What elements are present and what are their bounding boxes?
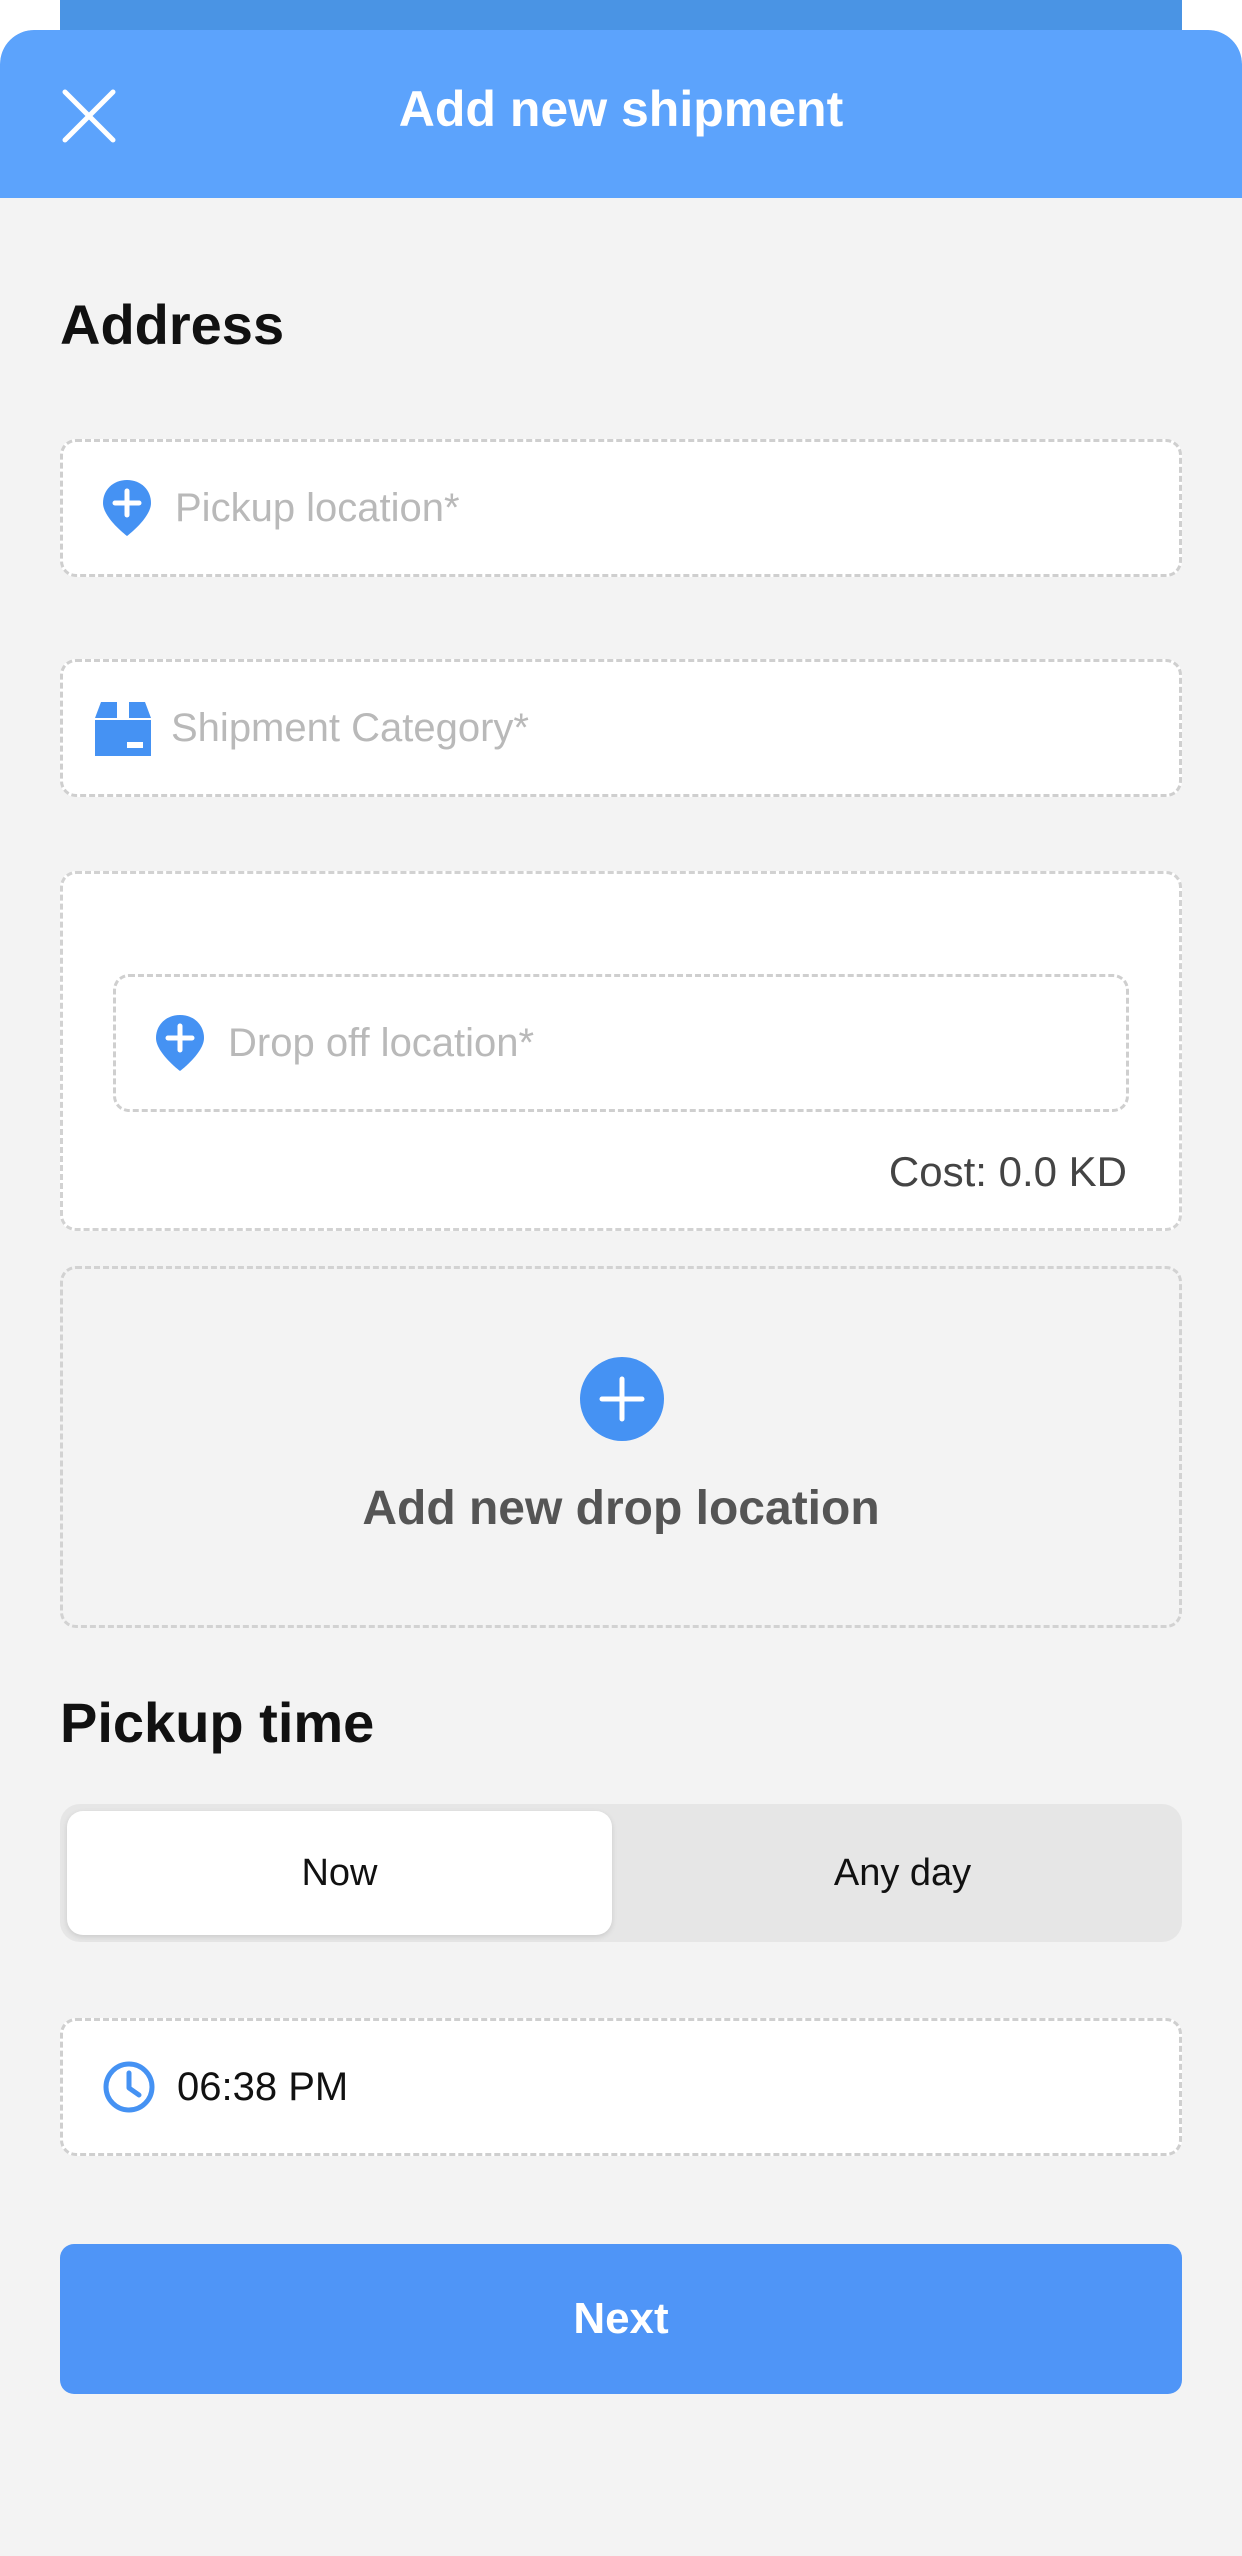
pickup-time-segmented-control: Now Any day (60, 1804, 1182, 1942)
add-shipment-sheet: Add new shipment Address Pickup location… (0, 30, 1242, 2556)
drop-location-card: Drop off location* Cost: 0.0 KD (60, 871, 1182, 1231)
dropoff-location-placeholder: Drop off location* (228, 1020, 535, 1065)
segment-now[interactable]: Now (67, 1811, 612, 1935)
box-icon (93, 698, 153, 758)
location-pin-plus-icon (97, 478, 157, 538)
dropoff-location-field[interactable]: Drop off location* (113, 974, 1129, 1112)
pickup-location-field[interactable]: Pickup location* (60, 439, 1182, 577)
pickup-time-value: 06:38 PM (177, 2064, 349, 2109)
pickup-time-field[interactable]: 06:38 PM (60, 2018, 1182, 2156)
shipment-category-placeholder: Shipment Category* (171, 705, 529, 750)
pickup-location-placeholder: Pickup location* (175, 485, 460, 530)
shipment-category-field[interactable]: Shipment Category* (60, 659, 1182, 797)
cost-label: Cost: 0.0 KD (888, 1148, 1127, 1195)
sheet-header: Add new shipment (0, 30, 1242, 198)
location-pin-plus-icon (150, 1013, 210, 1073)
address-section-title: Address (60, 293, 285, 356)
add-drop-location-label: Add new drop location (362, 1482, 880, 1535)
pickup-time-section-title: Pickup time (60, 1691, 375, 1754)
clock-icon (99, 2057, 159, 2117)
segment-any-day[interactable]: Any day (630, 1811, 1175, 1935)
add-drop-location-button[interactable]: Add new drop location (60, 1266, 1182, 1628)
sheet-title: Add new shipment (398, 81, 844, 137)
next-button[interactable]: Next (60, 2244, 1182, 2394)
plus-circle-icon (580, 1357, 664, 1441)
